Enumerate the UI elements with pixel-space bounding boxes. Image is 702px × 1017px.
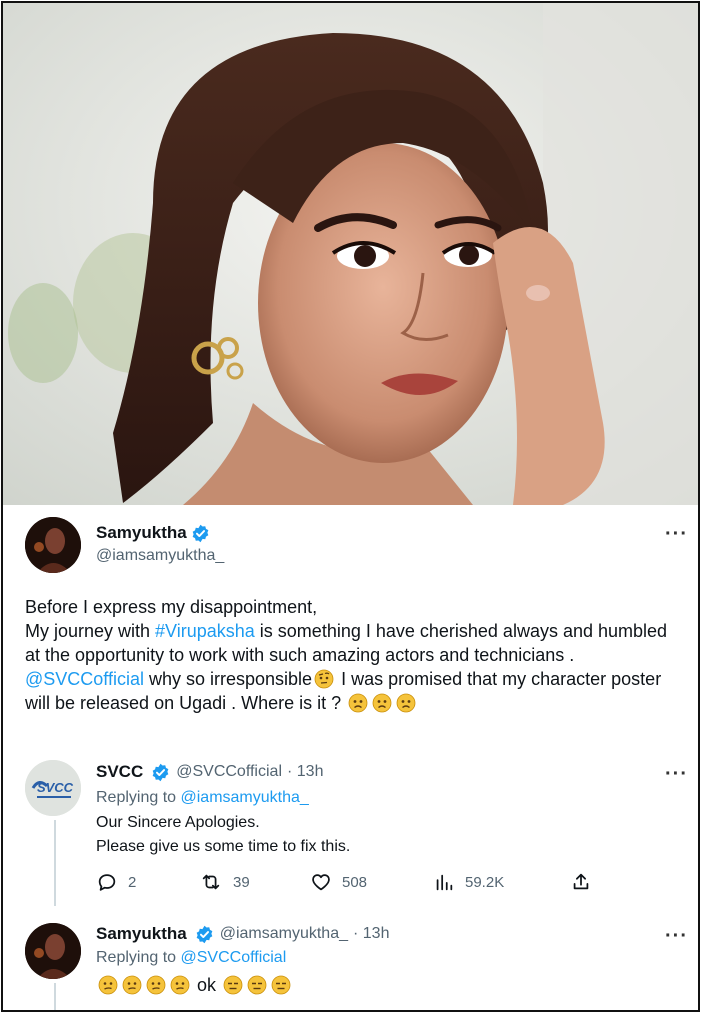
retweet-count: 39 <box>233 873 250 891</box>
heart-icon <box>312 874 330 891</box>
confused-face-emoji-icon <box>122 975 142 995</box>
tweet-text-segment: My journey with <box>25 621 156 641</box>
reply1-header: SVCC @SVCCofficial · 13h <box>96 761 323 783</box>
like-count: 508 <box>342 873 368 891</box>
reply1-timestamp[interactable]: · 13h <box>287 763 323 781</box>
author-handle[interactable]: @iamsamyuktha_ <box>96 547 224 565</box>
tweet-photo[interactable] <box>3 3 698 505</box>
reply-count: 2 <box>128 873 137 891</box>
verified-badge-icon <box>152 763 169 781</box>
views-button[interactable]: 59.2K <box>433 871 504 893</box>
reply1-author-name[interactable]: SVCC <box>96 762 143 782</box>
expressionless-face-emoji-icon <box>247 975 267 995</box>
svcc-avatar[interactable]: SVCC <box>25 760 81 816</box>
mention-link[interactable]: @SVCCofficial <box>25 669 144 689</box>
confused-face-emoji-icon <box>146 975 166 995</box>
reply2-ok-text: ok <box>197 975 217 995</box>
share-button[interactable] <box>570 871 602 893</box>
tweet-line-2: My journey with #Virupaksha is something… <box>25 619 685 667</box>
raised-eyebrow-emoji-icon <box>314 669 334 689</box>
more-options-icon[interactable]: ··· <box>665 523 688 546</box>
reply1-line-1: Our Sincere Apologies. <box>96 814 260 831</box>
tweet-line-3: @SVCCofficial why so irresponsible I was… <box>25 667 685 715</box>
more-options-icon[interactable]: ··· <box>665 925 688 948</box>
avatar-image-icon <box>25 517 81 573</box>
reply-button[interactable]: 2 <box>96 871 136 893</box>
avatar-image-icon <box>25 923 81 979</box>
samyuktha-avatar[interactable] <box>25 923 81 979</box>
replying-to-label: Replying to <box>96 949 181 966</box>
verified-badge-icon <box>196 925 213 943</box>
frowning-face-emoji-icon <box>348 693 368 713</box>
reply2-replying-to: Replying to @SVCCofficial <box>96 949 286 967</box>
main-tweet-text: Before I express my disappointment, My j… <box>25 595 685 715</box>
expressionless-face-emoji-icon <box>271 975 291 995</box>
view-count: 59.2K <box>465 873 505 891</box>
confused-face-emoji-icon <box>98 975 118 995</box>
tweet-text-segment: why so irresponsible <box>143 669 313 689</box>
reply2-timestamp[interactable]: · 13h <box>353 925 389 943</box>
views-chart-icon <box>436 874 453 891</box>
tweet-screenshot-frame: Samyuktha @iamsamyuktha_ ··· Before I ex… <box>1 1 700 1012</box>
replying-to-handle-link[interactable]: @iamsamyuktha_ <box>181 789 309 806</box>
reply2-author-name[interactable]: Samyuktha <box>96 924 187 944</box>
reply1-line-2: Please give us some time to fix this. <box>96 838 351 855</box>
frowning-face-emoji-icon <box>396 693 416 713</box>
portrait-photo <box>3 3 698 505</box>
samyuktha-avatar[interactable] <box>25 517 81 573</box>
reply1-author-handle[interactable]: @SVCCofficial <box>176 763 282 781</box>
reply2-text: ok <box>96 973 293 997</box>
reply2-header: Samyuktha @iamsamyuktha_ · 13h <box>96 923 389 945</box>
like-button[interactable]: 508 <box>310 871 367 893</box>
replying-to-label: Replying to <box>96 789 181 806</box>
reply1-text: Our Sincere Apologies. Please give us so… <box>96 811 350 859</box>
retweet-button[interactable]: 39 <box>199 871 250 893</box>
author-name[interactable]: Samyuktha <box>96 523 187 543</box>
confused-face-emoji-icon <box>170 975 190 995</box>
thread-connector-line <box>54 983 56 1010</box>
svcc-logo-text: SVCC <box>37 780 74 795</box>
reply1-replying-to: Replying to @iamsamyuktha_ <box>96 789 309 807</box>
retweet-icon <box>202 874 220 890</box>
thread-connector-line <box>54 820 56 906</box>
tweet-line-1: Before I express my disappointment, <box>25 597 318 617</box>
svcc-logo-icon: SVCC <box>25 760 81 816</box>
main-tweet-author[interactable]: Samyuktha @iamsamyuktha_ <box>96 522 224 565</box>
expressionless-face-emoji-icon <box>223 975 243 995</box>
share-icon <box>573 873 589 890</box>
replying-to-handle-link[interactable]: @SVCCofficial <box>181 949 287 966</box>
tweet-actions-bar: 2 39 508 59.2K <box>96 871 596 897</box>
more-options-icon[interactable]: ··· <box>665 763 688 786</box>
frowning-face-emoji-icon <box>372 693 392 713</box>
reply-icon <box>98 874 116 891</box>
hashtag-link[interactable]: #Virupaksha <box>155 621 255 641</box>
verified-badge-icon <box>192 524 209 542</box>
reply2-author-handle[interactable]: @iamsamyuktha_ <box>220 925 348 943</box>
